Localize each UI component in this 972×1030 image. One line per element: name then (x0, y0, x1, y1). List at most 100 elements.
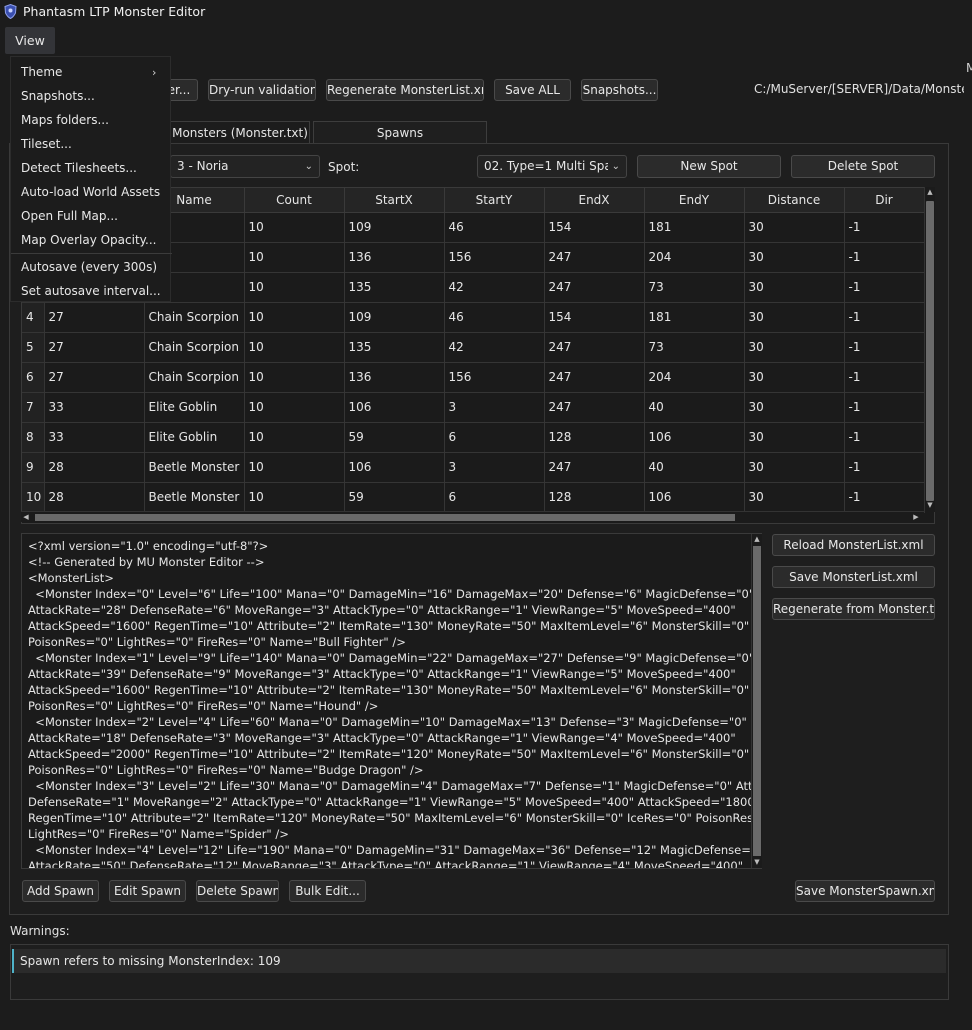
count-cell[interactable]: 10 (244, 242, 345, 273)
endy-cell[interactable]: 204 (644, 242, 745, 273)
startx-cell[interactable]: 109 (344, 212, 445, 243)
add-spawn-button[interactable]: Add Spawn (22, 880, 99, 902)
starty-cell[interactable]: 3 (444, 392, 545, 423)
menu-item-tileset[interactable]: Tileset... (21, 137, 72, 151)
endy-cell[interactable]: 106 (644, 482, 745, 513)
table-row[interactable]: 5 27 Chain Scorpion 10 135 42 247 73 30 -1 (22, 332, 925, 363)
endy-cell[interactable]: 181 (644, 302, 745, 333)
starty-cell[interactable]: 6 (444, 482, 545, 513)
dir-cell[interactable]: -1 (844, 242, 925, 273)
table-row[interactable]: 4 27 Chain Scorpion 10 109 46 154 181 30 -1 (22, 302, 925, 333)
endx-cell[interactable]: 247 (544, 362, 645, 393)
starty-cell[interactable]: 156 (444, 242, 545, 273)
scroll-left-arrow-icon[interactable]: ◀ (21, 512, 31, 522)
scroll-down-arrow-icon[interactable]: ▼ (925, 500, 935, 510)
header-distance[interactable]: Distance (744, 188, 845, 213)
endx-cell[interactable]: 247 (544, 332, 645, 363)
startx-cell[interactable]: 59 (344, 482, 445, 513)
endy-cell[interactable]: 40 (644, 452, 745, 483)
xml-preview-textarea[interactable]: <?xml version="1.0" encoding="utf-8"?> <!… (21, 533, 762, 869)
header-dir[interactable]: Dir (844, 188, 925, 213)
regenerate-monsterlist-button[interactable]: Regenerate MonsterList.xml (326, 79, 484, 101)
header-endx[interactable]: EndX (544, 188, 645, 213)
count-cell[interactable]: 10 (244, 362, 345, 393)
dir-cell[interactable]: -1 (844, 482, 925, 513)
endx-cell[interactable]: 154 (544, 212, 645, 243)
name-cell[interactable]: Beetle Monster (144, 452, 245, 483)
table-row[interactable]: 9 28 Beetle Monster 10 106 3 247 40 30 -1 (22, 452, 925, 483)
monster-index-cell[interactable]: 27 (44, 332, 145, 363)
starty-cell[interactable]: 3 (444, 452, 545, 483)
count-cell[interactable]: 10 (244, 212, 345, 243)
distance-cell[interactable]: 30 (744, 392, 845, 423)
row-number[interactable]: 8 (22, 422, 45, 453)
count-cell[interactable]: 10 (244, 272, 345, 303)
dir-cell[interactable]: -1 (844, 272, 925, 303)
menu-item-autosave[interactable]: Autosave (every 300s) (21, 260, 157, 274)
xml-vertical-scrollbar[interactable]: ▲ ▼ (751, 534, 762, 868)
dir-cell[interactable]: -1 (844, 212, 925, 243)
new-spot-button[interactable]: New Spot (637, 155, 781, 178)
count-cell[interactable]: 10 (244, 332, 345, 363)
monster-index-cell[interactable]: 27 (44, 302, 145, 333)
menu-item-detect-tilesheets[interactable]: Detect Tilesheets... (21, 161, 137, 175)
endy-cell[interactable]: 204 (644, 362, 745, 393)
warning-item[interactable]: Spawn refers to missing MonsterIndex: 10… (12, 949, 946, 973)
endx-cell[interactable]: 128 (544, 422, 645, 453)
header-starty[interactable]: StartY (444, 188, 545, 213)
dir-cell[interactable]: -1 (844, 452, 925, 483)
name-cell[interactable]: Chain Scorpion (144, 302, 245, 333)
dir-cell[interactable]: -1 (844, 332, 925, 363)
scroll-down-arrow-icon[interactable]: ▼ (752, 857, 762, 867)
scroll-up-arrow-icon[interactable]: ▲ (925, 187, 935, 197)
row-number[interactable]: 5 (22, 332, 45, 363)
distance-cell[interactable]: 30 (744, 482, 845, 513)
endy-cell[interactable]: 181 (644, 212, 745, 243)
startx-cell[interactable]: 135 (344, 332, 445, 363)
endx-cell[interactable]: 247 (544, 392, 645, 423)
monster-index-cell[interactable]: 33 (44, 422, 145, 453)
header-startx[interactable]: StartX (344, 188, 445, 213)
name-cell[interactable]: Beetle Monster (144, 482, 245, 513)
distance-cell[interactable]: 30 (744, 242, 845, 273)
startx-cell[interactable]: 109 (344, 302, 445, 333)
monster-index-cell[interactable]: 27 (44, 362, 145, 393)
count-cell[interactable]: 10 (244, 422, 345, 453)
menu-item-open-full-map[interactable]: Open Full Map... (21, 209, 118, 223)
header-endy[interactable]: EndY (644, 188, 745, 213)
startx-cell[interactable]: 136 (344, 362, 445, 393)
distance-cell[interactable]: 30 (744, 452, 845, 483)
name-cell[interactable]: Elite Goblin (144, 392, 245, 423)
starty-cell[interactable]: 6 (444, 422, 545, 453)
startx-cell[interactable]: 106 (344, 392, 445, 423)
distance-cell[interactable]: 30 (744, 272, 845, 303)
monster-index-cell[interactable]: 28 (44, 482, 145, 513)
dir-cell[interactable]: -1 (844, 302, 925, 333)
header-count[interactable]: Count (244, 188, 345, 213)
menu-item-map-overlay-opacity[interactable]: Map Overlay Opacity... (21, 233, 157, 247)
count-cell[interactable]: 10 (244, 452, 345, 483)
distance-cell[interactable]: 30 (744, 422, 845, 453)
name-cell[interactable]: Chain Scorpion (144, 362, 245, 393)
table-row[interactable]: 8 33 Elite Goblin 10 59 6 128 106 30 -1 (22, 422, 925, 453)
distance-cell[interactable]: 30 (744, 302, 845, 333)
menu-item-snapshots[interactable]: Snapshots... (21, 89, 95, 103)
endx-cell[interactable]: 247 (544, 452, 645, 483)
startx-cell[interactable]: 135 (344, 272, 445, 303)
distance-cell[interactable]: 30 (744, 332, 845, 363)
delete-spawn-button[interactable]: Delete Spawn (196, 880, 279, 902)
menu-view[interactable]: View (5, 27, 55, 54)
endx-cell[interactable]: 247 (544, 242, 645, 273)
bulk-edit-button[interactable]: Bulk Edit... (289, 880, 366, 902)
save-monsterlist-button[interactable]: Save MonsterList.xml (772, 566, 935, 588)
table-row[interactable]: 7 33 Elite Goblin 10 106 3 247 40 30 -1 (22, 392, 925, 423)
endx-cell[interactable]: 128 (544, 482, 645, 513)
starty-cell[interactable]: 156 (444, 362, 545, 393)
monster-index-cell[interactable]: 28 (44, 452, 145, 483)
tab-spawns[interactable]: Spawns (MonsterSpawn.xml) (313, 121, 487, 162)
scrollbar-thumb[interactable] (753, 546, 761, 856)
table-vertical-scrollbar[interactable]: ▲ ▼ (924, 187, 935, 512)
map-select[interactable]: 3 - Noria ⌄ (170, 155, 320, 178)
row-number[interactable]: 6 (22, 362, 45, 393)
dir-cell[interactable]: -1 (844, 422, 925, 453)
